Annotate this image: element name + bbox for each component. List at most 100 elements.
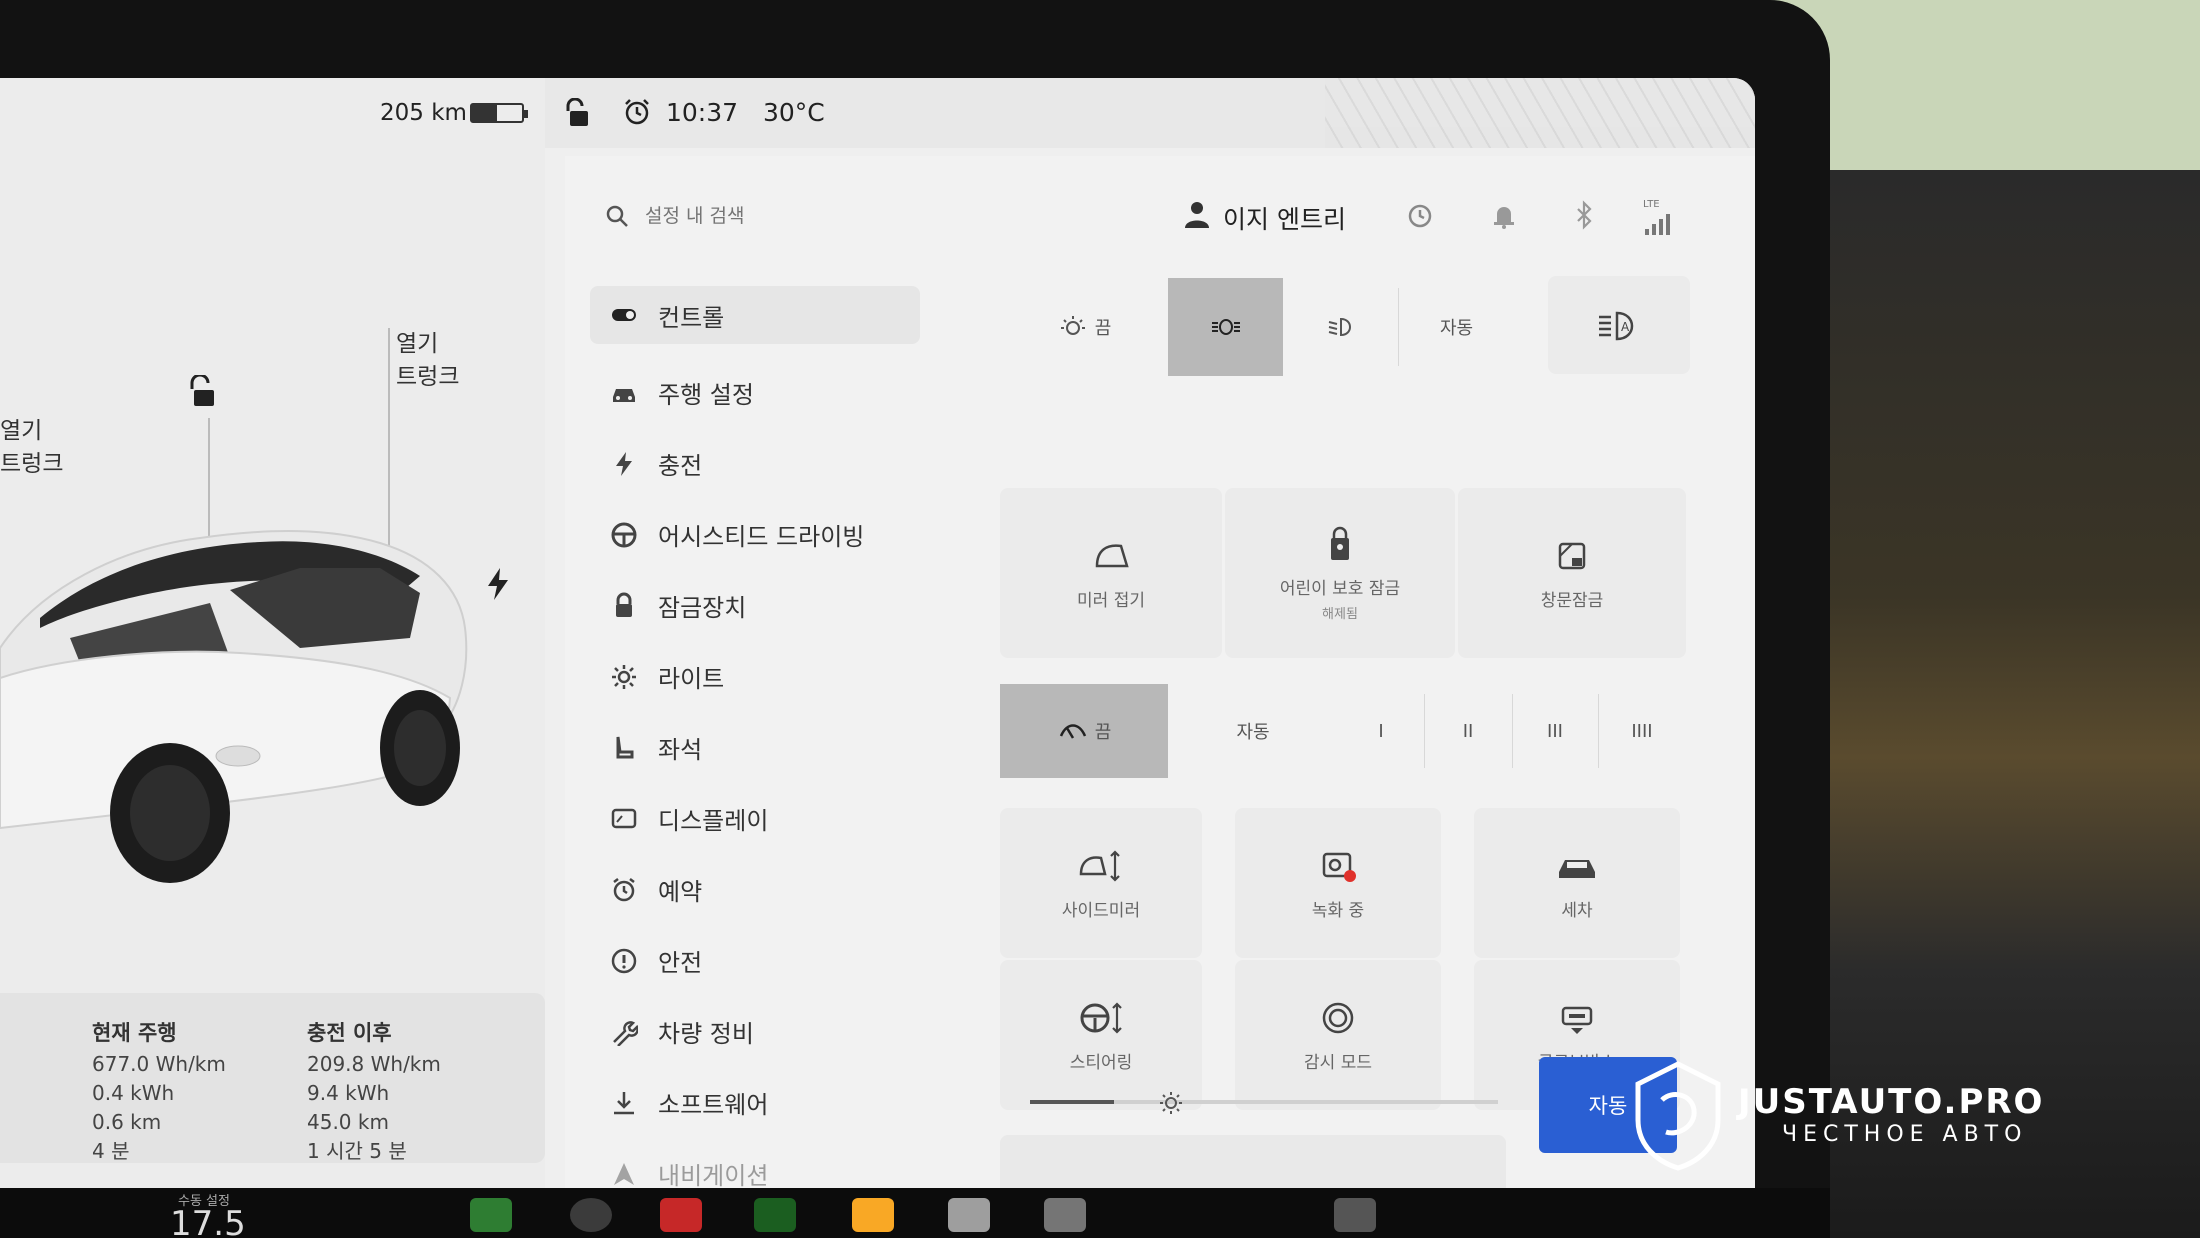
- trip-since-charge-time: 1 시간 5 분: [307, 1139, 407, 1163]
- brightness-slider[interactable]: [1030, 1100, 1498, 1104]
- mirror-fold-icon: [1095, 543, 1129, 567]
- steering-label: 스티어링: [1069, 1052, 1133, 1073]
- lights-off-label: 끔: [1094, 318, 1112, 339]
- sentry-icon: [1322, 1002, 1354, 1033]
- unlock-icon[interactable]: [186, 375, 216, 409]
- alarm-icon[interactable]: [1405, 200, 1435, 230]
- wiper-speed-4-button[interactable]: IIII: [1598, 684, 1686, 778]
- auto-lights-button[interactable]: 자동: [1398, 278, 1515, 376]
- map-preview[interactable]: [1325, 78, 1755, 148]
- rear-trunk-label: 트렁크: [0, 451, 64, 477]
- trip-current-rate: 677.0 Wh/km: [92, 1052, 226, 1076]
- sun-icon: [612, 664, 636, 689]
- toybox-icon[interactable]: [852, 1198, 894, 1232]
- clock: 10:37: [666, 98, 739, 127]
- battery-icon: [470, 103, 528, 123]
- sidebar-label: 디스플레이: [658, 807, 769, 835]
- sidebar-item-assisted-driving[interactable]: 어시스티드 드라이빙: [590, 499, 920, 570]
- window-lock-button[interactable]: 창문잠금: [1458, 488, 1686, 658]
- calendar-icon[interactable]: [948, 1198, 990, 1232]
- camera-icon[interactable]: [570, 1198, 612, 1232]
- car-wash-button[interactable]: 세차: [1474, 808, 1680, 958]
- steering-icon: [611, 522, 637, 547]
- wiper-speed-1-button[interactable]: I: [1338, 684, 1424, 778]
- settings-search[interactable]: [605, 196, 905, 236]
- wipers-auto-button[interactable]: 자동: [1168, 684, 1338, 778]
- wiper-speed-3-button[interactable]: III: [1512, 684, 1598, 778]
- wiper-speed-3-label: III: [1547, 720, 1563, 742]
- trip-current-title: 현재 주행: [92, 1021, 177, 1045]
- side-mirrors-button[interactable]: 사이드미러: [1000, 808, 1202, 958]
- trip-current-energy: 0.4 kWh: [92, 1081, 175, 1105]
- lights-off-button[interactable]: 끔: [1000, 278, 1168, 376]
- svg-text:A: A: [1621, 320, 1630, 334]
- sidebar-item-driving[interactable]: 주행 설정: [590, 357, 920, 428]
- sidebar-item-lights[interactable]: 라이트: [590, 641, 920, 712]
- charge-port-icon[interactable]: [486, 568, 510, 600]
- app-launcher-icon[interactable]: [660, 1198, 702, 1232]
- alarm-clock-icon[interactable]: [623, 98, 651, 126]
- search-icon: [606, 205, 628, 227]
- sidebar-label: 차량 정비: [658, 1020, 754, 1048]
- sidebar-item-display[interactable]: 디스플레이: [590, 783, 920, 854]
- battery-level: [472, 105, 497, 121]
- auto-high-beam-button[interactable]: A: [1548, 276, 1690, 374]
- media-app-icon[interactable]: [1044, 1198, 1086, 1232]
- trip-since-charge-title: 충전 이후: [307, 1021, 392, 1045]
- sidebar-item-schedule[interactable]: 예약: [590, 854, 920, 925]
- rear-trunk-button[interactable]: 열기 트렁크: [0, 415, 63, 481]
- wiper-speed-1-label: I: [1378, 720, 1384, 742]
- child-lock-button[interactable]: 어린이 보호 잠금 해제됨: [1225, 488, 1455, 658]
- trip-since-charge-distance: 45.0 km: [307, 1110, 389, 1134]
- bulb-icon: [1060, 316, 1085, 335]
- fold-mirrors-button[interactable]: 미러 접기: [1000, 488, 1222, 658]
- child-lock-status: 해제됨: [1322, 607, 1358, 622]
- volume-icon[interactable]: [1334, 1198, 1376, 1232]
- trip-stats-card: 현재 주행 677.0 Wh/km 0.4 kWh 0.6 km 4 분 충전 …: [0, 993, 545, 1163]
- search-input[interactable]: [645, 200, 885, 232]
- wipers-auto-label: 자동: [1236, 722, 1270, 743]
- brightness-control: [1000, 1135, 1506, 1188]
- steering-wheel-icon: [1080, 1001, 1122, 1034]
- top-status-bar: 10:37 30°C: [545, 78, 1755, 148]
- sidebar-item-charging[interactable]: 충전: [590, 428, 920, 499]
- wiper-speed-selector: 끔 자동 I II III IIII: [1000, 684, 1686, 778]
- wiper-speed-2-label: II: [1462, 720, 1474, 742]
- parking-lights-button[interactable]: [1168, 278, 1283, 376]
- front-trunk-label: 트렁크: [396, 364, 460, 390]
- energy-app-icon[interactable]: [754, 1198, 796, 1232]
- sidebar-item-safety[interactable]: 안전: [590, 925, 920, 996]
- steering-adjust-button[interactable]: 스티어링: [1000, 960, 1202, 1110]
- front-trunk-button[interactable]: 열기 트렁크: [396, 328, 459, 394]
- fold-mirrors-label: 미러 접기: [1077, 590, 1145, 611]
- low-beam-button[interactable]: [1283, 278, 1398, 376]
- sentry-mode-button[interactable]: 감시 모드: [1235, 960, 1441, 1110]
- alarm-icon: [613, 877, 635, 901]
- wipers-off-button[interactable]: 끔: [1000, 684, 1168, 778]
- mirror-adjust-icon: [1079, 849, 1120, 882]
- sidebar-item-software[interactable]: 소프트웨어: [590, 1067, 920, 1138]
- sentry-label: 감시 모드: [1304, 1052, 1372, 1073]
- sidebar-item-locks[interactable]: 잠금장치: [590, 570, 920, 641]
- dashcam-button[interactable]: 녹화 중: [1235, 808, 1441, 958]
- climate-temperature[interactable]: 17.5: [170, 1204, 246, 1238]
- bluetooth-icon[interactable]: [1569, 200, 1599, 230]
- door-lock-icon[interactable]: [563, 98, 589, 128]
- sidebar-item-controls[interactable]: 컨트롤: [590, 286, 920, 344]
- sidebar-item-seats[interactable]: 좌석: [590, 712, 920, 783]
- phone-icon[interactable]: [470, 1198, 512, 1232]
- wipers-off-label: 끔: [1094, 722, 1112, 743]
- sidebar-label: 어시스티드 드라이빙: [658, 523, 865, 551]
- toggle-icon: [612, 309, 636, 321]
- sidebar-item-service[interactable]: 차량 정비: [590, 996, 920, 1067]
- bell-icon[interactable]: [1489, 200, 1519, 230]
- sidebar-label: 좌석: [658, 736, 703, 764]
- sidebar-item-navigation[interactable]: 내비게이션: [590, 1138, 920, 1188]
- auto-lights-label: 자동: [1439, 318, 1474, 339]
- brand-shield-logo: [1635, 1061, 1721, 1171]
- wiper-speed-2-button[interactable]: II: [1424, 684, 1512, 778]
- outside-temperature: 30°C: [763, 98, 825, 127]
- brightness-fill: [1030, 1100, 1115, 1104]
- trip-current-distance: 0.6 km: [92, 1110, 162, 1134]
- watermark-brand: JUSTAUTO.PRO: [1738, 1082, 2045, 1122]
